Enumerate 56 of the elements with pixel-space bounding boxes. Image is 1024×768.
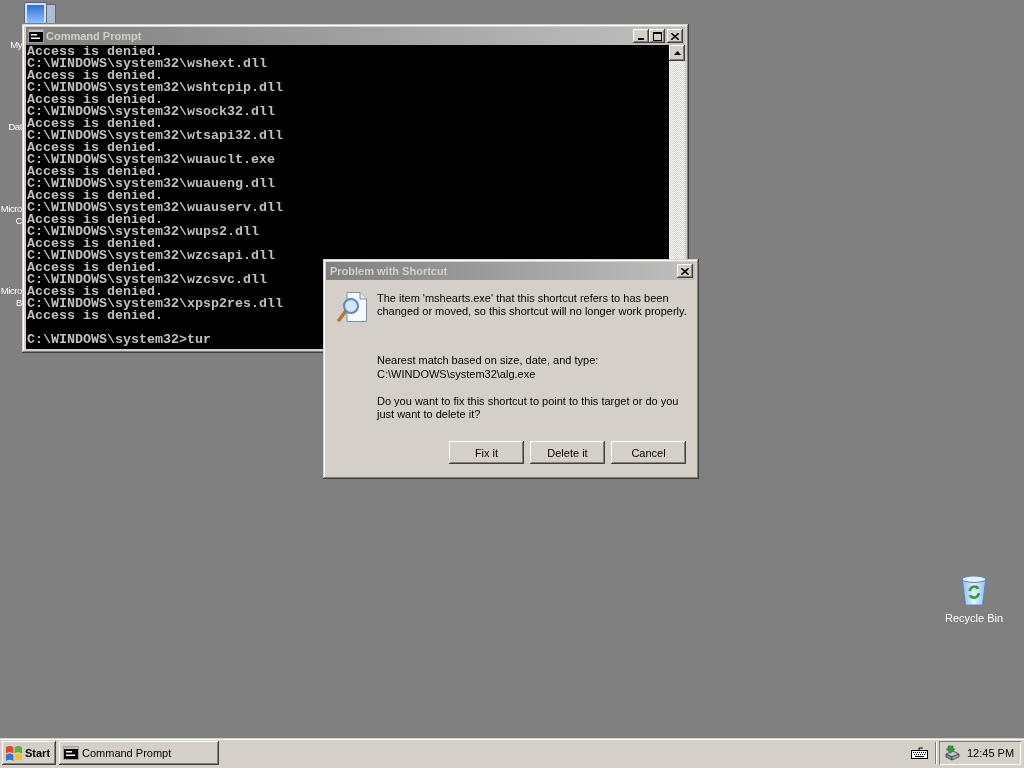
icon-label[interactable]: Recycle Bin [944,612,1004,625]
console-icon [63,746,79,760]
dialog-button[interactable]: Delete it [530,441,605,464]
minimize-icon [638,38,644,40]
window-title: Command Prompt [46,29,142,43]
console-line: Access is denied. [27,262,163,274]
console-line: Access is denied. [27,142,163,154]
console-line: C:\WINDOWS\system32\xpsp2res.dll [27,298,283,310]
device-arrow-icon[interactable] [944,745,960,761]
window-title: Problem with Shortcut [330,264,448,278]
document-search-icon [337,291,369,323]
file-path: C:\WINDOWS\system32\alg.exe [377,367,536,381]
icon-label[interactable]: Micro [0,285,22,297]
icon-label[interactable]: B [16,297,22,309]
console-line: C:\WINDOWS\system32\wups2.dll [27,226,259,238]
close-icon [671,32,679,40]
console-line: Access is denied. [27,238,163,250]
icon-label[interactable]: Micro [0,203,22,215]
console-line: Access is denied. [27,70,163,82]
console-line: Access is denied. [27,46,163,58]
scroll-up-button[interactable] [669,45,685,61]
icon-label[interactable]: Dat [8,121,22,133]
prompt-line[interactable]: C:\WINDOWS\system32>tur [27,334,211,346]
console-line: Access is denied. [27,94,163,106]
up-arrow-icon [673,51,681,55]
console-line: Access is denied. [27,118,163,130]
console-line: C:\WINDOWS\system32\wuauclt.exe [27,154,275,166]
taskbar-button[interactable]: Command Prompt [59,741,219,765]
console-line: C:\WINDOWS\system32\wtsapi32.dll [27,130,283,142]
dialog-message: The item 'mshearts.exe' that this shortcut refers to has been changed or moved, so this shortcut will no longer work properly. [377,292,688,318]
console-line: Access is denied. [27,166,163,178]
maximize-icon [652,31,662,41]
keyboard-icon[interactable] [911,747,928,759]
dialog-button[interactable]: Fix it [449,441,524,464]
dialog-button[interactable]: Cancel [611,441,686,464]
console-line: Access is denied. [27,286,163,298]
match-label: Nearest match based on size, date, and type: [377,353,599,367]
computer-icon[interactable] [24,2,56,23]
start-button[interactable]: Start [2,741,56,765]
console-line: C:\WINDOWS\system32\wuauserv.dll [27,202,283,214]
console-line: C:\WINDOWS\system32\wshtcpip.dll [27,82,283,94]
console-line: Access is denied. [27,190,163,202]
icon-label[interactable]: My [10,39,22,51]
icon-label[interactable]: C [15,215,22,227]
clock: 12:45 PM [967,747,1015,759]
console-line: C:\WINDOWS\system32\wsock32.dll [27,106,275,118]
console-line: Access is denied. [27,214,163,226]
recycle-bin-icon[interactable] [961,575,987,606]
console-line: C:\WINDOWS\system32\wshext.dll [27,58,267,70]
console-line: C:\WINDOWS\system32\wuaueng.dll [27,178,275,190]
flag-icon [6,745,22,761]
console-line: C:\WINDOWS\system32\wzcsapi.dll [27,250,275,262]
console-line: C:\WINDOWS\system32\wzcsvc.dll [27,274,267,286]
close-icon [681,267,689,275]
console-line: Access is denied. [27,310,163,322]
dialog-question: Do you want to fix this shortcut to point to this target or do you just want to delete it? [377,395,680,421]
